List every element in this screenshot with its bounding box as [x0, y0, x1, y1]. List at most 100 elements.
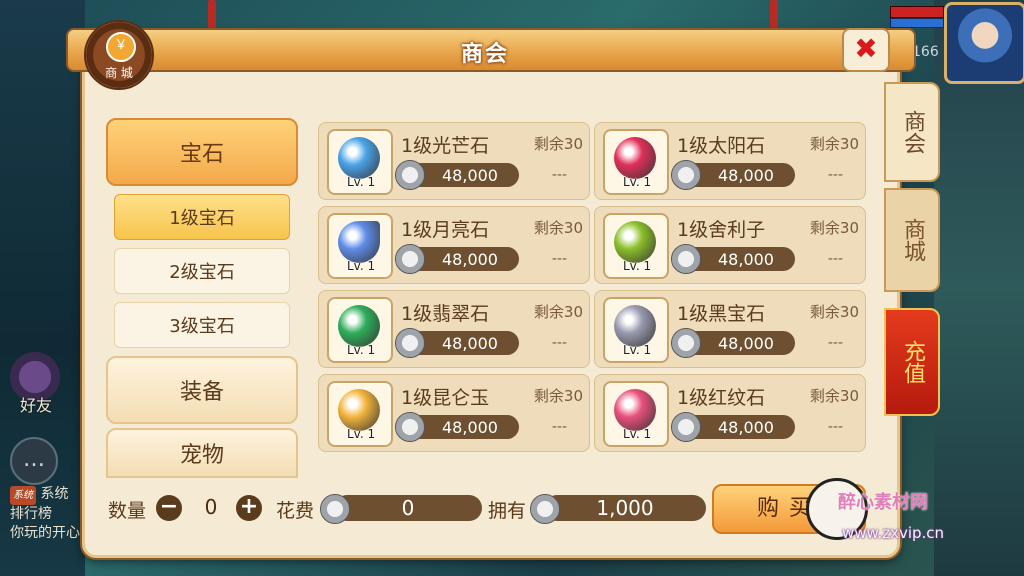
item-name: 1级光芒石 — [401, 135, 490, 157]
item-price-bar: 48,000 — [671, 160, 795, 190]
quantity-label: 数量 — [108, 500, 147, 522]
item-icon-frame: Lv. 1 — [327, 381, 393, 447]
gem-icon — [338, 221, 380, 263]
item-icon-frame: Lv. 1 — [603, 381, 669, 447]
item-price-bar: 48,000 — [395, 412, 519, 442]
quantity-value[interactable]: 0 — [188, 494, 234, 520]
gem-icon — [338, 137, 380, 179]
tab-shangcheng[interactable]: 商城 — [884, 188, 940, 292]
close-button[interactable]: ✖ — [842, 28, 890, 72]
chat-line: 排行榜 — [10, 506, 52, 522]
gem-icon — [614, 137, 656, 179]
chat-tag: 系统 — [10, 486, 36, 505]
chat-bubble-icon[interactable]: … — [10, 437, 58, 485]
shop-item-card[interactable]: Lv. 1 1级月亮石 剩余30 48,000 --- — [318, 206, 590, 284]
item-price-bar: 48,000 — [395, 328, 519, 358]
item-icon-frame: Lv. 1 — [603, 129, 669, 195]
item-price: 48,000 — [718, 334, 774, 353]
item-remaining: 剩余30 — [533, 219, 583, 237]
window-title: 商会 — [460, 42, 509, 67]
silver-coin-icon — [671, 244, 701, 274]
item-icon-frame: Lv. 1 — [603, 213, 669, 279]
coin-icon: ￥ — [106, 32, 136, 62]
category-gem[interactable]: 宝石 — [106, 118, 298, 186]
silver-coin-icon — [530, 494, 560, 524]
item-extra: --- — [551, 167, 567, 183]
item-level: Lv. 1 — [347, 343, 376, 357]
minus-button[interactable]: − — [156, 495, 182, 521]
item-remaining: 剩余30 — [533, 387, 583, 405]
plus-button[interactable]: + — [236, 495, 262, 521]
shop-item-card[interactable]: Lv. 1 1级红纹石 剩余30 48,000 --- — [594, 374, 866, 452]
watermark-text: 醉心素材网 — [838, 492, 928, 513]
silver-coin-icon — [395, 244, 425, 274]
item-remaining: 剩余30 — [809, 387, 859, 405]
item-price-bar: 48,000 — [671, 244, 795, 274]
item-name: 1级月亮石 — [401, 219, 490, 241]
item-icon-frame: Lv. 1 — [327, 129, 393, 195]
item-remaining: 剩余30 — [533, 303, 583, 321]
gem-icon — [614, 305, 656, 347]
item-name: 1级红纹石 — [677, 387, 766, 409]
shop-item-card[interactable]: Lv. 1 1级太阳石 剩余30 48,000 --- — [594, 122, 866, 200]
game-scene-right — [934, 0, 1024, 576]
item-price-bar: 48,000 — [395, 160, 519, 190]
owned-label: 拥有 — [488, 500, 527, 522]
item-name: 1级舍利子 — [677, 219, 766, 241]
item-extra: --- — [551, 419, 567, 435]
item-extra: --- — [551, 251, 567, 267]
cost-label: 花费 — [276, 500, 315, 522]
gem-icon — [338, 389, 380, 431]
item-remaining: 剩余30 — [809, 303, 859, 321]
item-price: 48,000 — [442, 418, 498, 437]
silver-coin-icon — [395, 412, 425, 442]
item-level: Lv. 1 — [347, 427, 376, 441]
shop-item-card[interactable]: Lv. 1 1级光芒石 剩余30 48,000 --- — [318, 122, 590, 200]
item-level: Lv. 1 — [623, 343, 652, 357]
item-price: 48,000 — [718, 418, 774, 437]
silver-coin-icon — [671, 328, 701, 358]
tab-shanghui[interactable]: 商会 — [884, 82, 940, 182]
item-price: 48,000 — [442, 250, 498, 269]
item-name: 1级黑宝石 — [677, 303, 766, 325]
shop-item-card[interactable]: Lv. 1 1级翡翠石 剩余30 48,000 --- — [318, 290, 590, 368]
item-extra: --- — [827, 419, 843, 435]
item-price-bar: 48,000 — [671, 328, 795, 358]
shop-item-card[interactable]: Lv. 1 1级黑宝石 剩余30 48,000 --- — [594, 290, 866, 368]
chat-line: 你玩的开心 — [10, 525, 80, 541]
item-extra: --- — [827, 251, 843, 267]
category-pet[interactable]: 宠物 — [106, 428, 298, 478]
silver-coin-icon — [395, 328, 425, 358]
tab-recharge[interactable]: 充值 — [884, 308, 940, 416]
item-name: 1级昆仑玉 — [401, 387, 490, 409]
shop-item-card[interactable]: Lv. 1 1级昆仑玉 剩余30 48,000 --- — [318, 374, 590, 452]
item-price: 48,000 — [442, 166, 498, 185]
player-level: 166 — [912, 44, 939, 60]
item-extra: --- — [827, 335, 843, 351]
item-extra: --- — [827, 167, 843, 183]
item-icon-frame: Lv. 1 — [327, 297, 393, 363]
subcategory-gem-lv1[interactable]: 1级宝石 — [114, 194, 290, 240]
player-portrait[interactable] — [944, 2, 1024, 84]
item-extra: --- — [551, 335, 567, 351]
item-name: 1级翡翠石 — [401, 303, 490, 325]
shop-item-card[interactable]: Lv. 1 1级舍利子 剩余30 48,000 --- — [594, 206, 866, 284]
item-price-bar: 48,000 — [395, 244, 519, 274]
item-level: Lv. 1 — [623, 259, 652, 273]
watermark-url: www.zxvip.cn — [842, 524, 945, 542]
chat-log[interactable]: 系统 系统 排行榜 你玩的开心 — [10, 485, 90, 543]
owned-value: 1,000 — [544, 495, 706, 521]
item-price-bar: 48,000 — [671, 412, 795, 442]
subcategory-gem-lv2[interactable]: 2级宝石 — [114, 248, 290, 294]
item-remaining: 剩余30 — [809, 135, 859, 153]
item-name: 1级太阳石 — [677, 135, 766, 157]
item-level: Lv. 1 — [623, 427, 652, 441]
silver-coin-icon — [671, 412, 701, 442]
subcategory-gem-lv3[interactable]: 3级宝石 — [114, 302, 290, 348]
shop-badge-label: 商 城 — [105, 66, 133, 80]
category-equipment[interactable]: 装备 — [106, 356, 298, 424]
cost-value: 0 — [334, 495, 482, 521]
item-price: 48,000 — [718, 166, 774, 185]
item-icon-frame: Lv. 1 — [603, 297, 669, 363]
item-level: Lv. 1 — [347, 175, 376, 189]
